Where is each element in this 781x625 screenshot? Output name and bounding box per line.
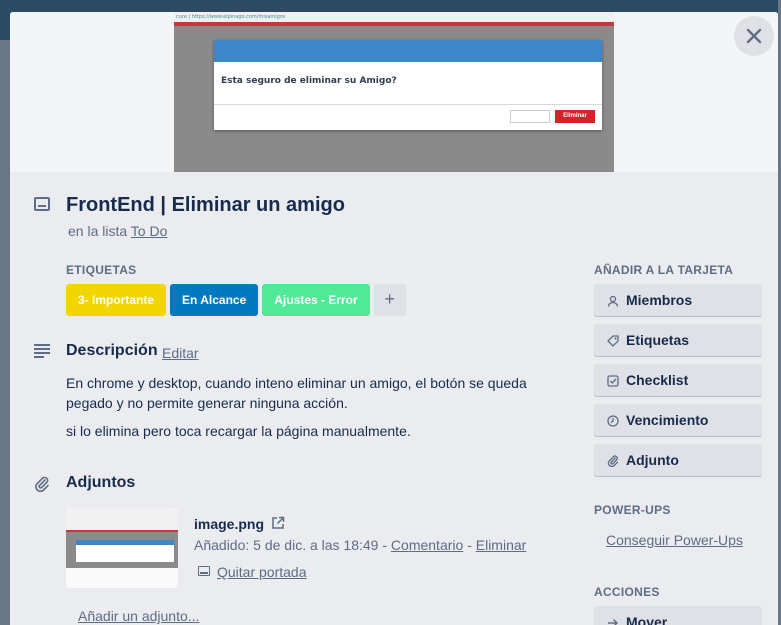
attachment-meta: Añadido: 5 de dic. a las 18:49 - Comenta… xyxy=(194,537,526,553)
paperclip-icon xyxy=(35,476,49,492)
attachments-title: Adjuntos xyxy=(66,474,136,491)
external-link-icon[interactable] xyxy=(271,516,285,530)
attachment-name[interactable]: image.png xyxy=(194,516,264,532)
labels-list: 3- Importante En Alcance Ajustes - Error… xyxy=(66,284,406,316)
description-paragraph: En chrome y desktop, cuando inteno elimi… xyxy=(66,375,527,411)
attachment-separator: - xyxy=(467,537,472,553)
cover-image: cure | https://www.elpinago.com/misamigo… xyxy=(174,12,614,172)
cover-dialog-divider xyxy=(214,104,602,105)
label-chip[interactable]: 3- Importante xyxy=(66,284,167,316)
labels-button[interactable]: Etiquetas xyxy=(594,324,762,356)
get-powerups-link[interactable]: Conseguir Power-Ups xyxy=(606,532,743,548)
clock-icon xyxy=(606,404,620,436)
attachment-button[interactable]: Adjunto xyxy=(594,444,762,476)
labels-button-label: Etiquetas xyxy=(626,332,690,348)
cover-delete-button: Eliminar xyxy=(555,110,595,123)
powerups-heading: POWER-UPS xyxy=(594,503,671,517)
due-date-label: Vencimiento xyxy=(626,412,709,428)
checklist-button[interactable]: Checklist xyxy=(594,364,762,396)
description-title: Descripción xyxy=(66,342,158,359)
attachment-separator: - xyxy=(382,537,388,553)
remove-cover-link[interactable]: Quitar portada xyxy=(217,564,307,580)
label-chip[interactable]: Ajustes - Error xyxy=(262,284,370,316)
attachment-date: Añadido: 5 de dic. a las 18:49 xyxy=(194,537,379,553)
board-list-column xyxy=(0,40,10,625)
list-prefix: en la lista xyxy=(68,223,128,239)
tag-icon xyxy=(606,324,620,356)
add-label-button[interactable]: + xyxy=(373,284,406,316)
checkbox-icon xyxy=(606,364,620,396)
card-detail-modal: cure | https://www.elpinago.com/misamigo… xyxy=(10,12,778,625)
attachment-delete-link[interactable]: Eliminar xyxy=(476,537,527,553)
label-chip[interactable]: En Alcance xyxy=(170,284,259,316)
due-date-button[interactable]: Vencimiento xyxy=(594,404,762,436)
members-label: Miembros xyxy=(626,292,693,308)
arrow-right-icon xyxy=(606,606,620,625)
add-attachment-link[interactable]: Añadir un adjunto... xyxy=(78,608,199,624)
attachment-button-label: Adjunto xyxy=(626,452,679,468)
description-icon xyxy=(34,344,50,358)
move-button[interactable]: Mover xyxy=(594,606,762,625)
list-reference: en la lista To Do xyxy=(68,223,167,239)
card-title[interactable]: FrontEnd | Eliminar un amigo xyxy=(66,194,345,217)
person-icon xyxy=(606,284,620,316)
actions-heading: ACCIONES xyxy=(594,585,660,599)
attachment-comment-link[interactable]: Comentario xyxy=(391,537,463,553)
close-icon xyxy=(746,28,762,44)
edit-description-link[interactable]: Editar xyxy=(162,345,199,361)
card-cover: cure | https://www.elpinago.com/misamigo… xyxy=(10,12,778,172)
members-button[interactable]: Miembros xyxy=(594,284,762,316)
attachment-thumbnail[interactable] xyxy=(66,508,178,588)
labels-heading: ETIQUETAS xyxy=(66,263,137,277)
description-paragraph: si lo elimina pero toca recargar la pági… xyxy=(66,423,411,439)
cover-dialog-text: Esta seguro de eliminar su Amigo? xyxy=(221,76,397,86)
add-to-card-heading: AÑADIR A LA TARJETA xyxy=(594,263,734,277)
move-label: Mover xyxy=(626,614,668,625)
cover-icon xyxy=(198,566,210,576)
cover-cancel-button xyxy=(510,110,550,123)
cover-dialog-header xyxy=(214,40,602,62)
checklist-label: Checklist xyxy=(626,372,689,388)
card-icon xyxy=(34,197,50,211)
cover-url-bar: cure | https://www.elpinago.com/misamigo… xyxy=(174,12,614,22)
paperclip-icon xyxy=(606,444,620,476)
close-button[interactable] xyxy=(734,16,774,56)
cover-confirm-dialog: Esta seguro de eliminar su Amigo? Elimin… xyxy=(214,40,602,130)
list-link[interactable]: To Do xyxy=(131,223,168,239)
